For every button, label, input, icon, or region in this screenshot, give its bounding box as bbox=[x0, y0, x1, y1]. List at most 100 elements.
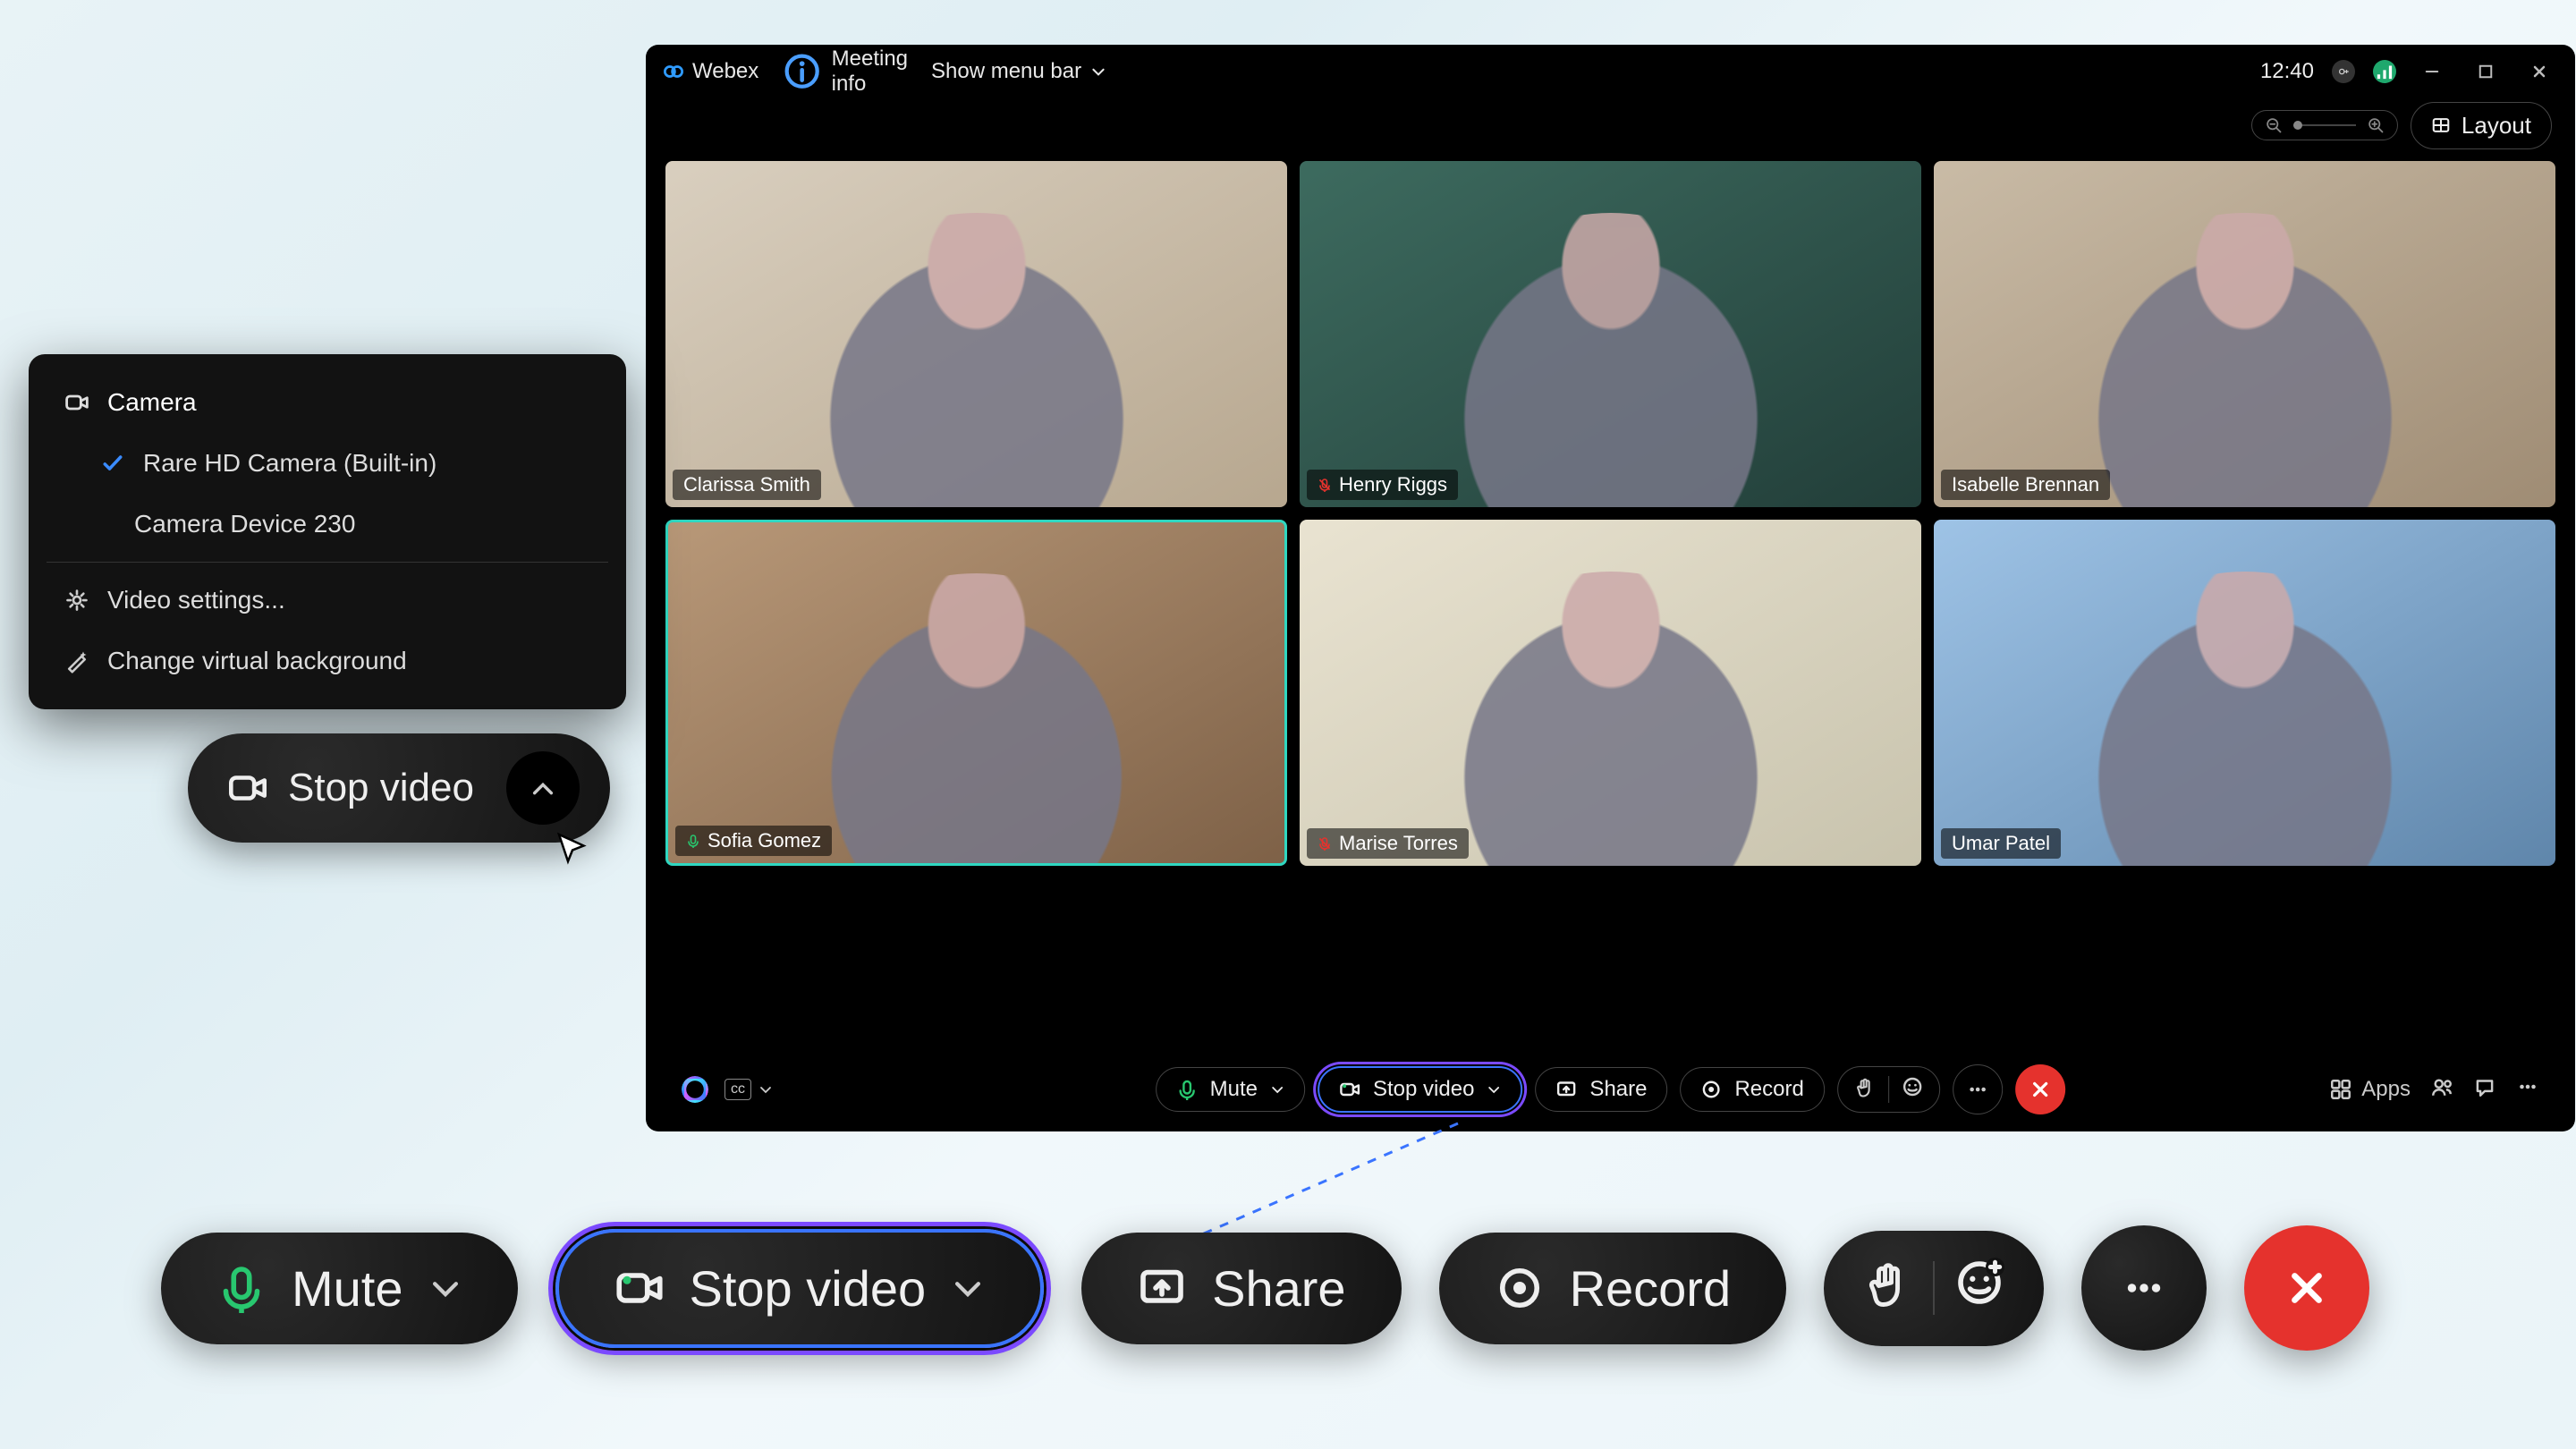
video-tile[interactable]: Clarissa Smith bbox=[665, 161, 1287, 507]
dots-icon bbox=[2120, 1264, 2168, 1312]
participant-video bbox=[790, 213, 1163, 507]
mute-button[interactable]: Mute bbox=[1156, 1067, 1305, 1112]
captions-button[interactable]: cc bbox=[724, 1079, 773, 1100]
participant-name-tag: Sofia Gomez bbox=[675, 826, 832, 856]
webex-meeting-window: Webex Meeting info Show menu bar 12:40 bbox=[646, 45, 2575, 1131]
video-grid: Clarissa Smith Henry Riggs Isabelle Bren… bbox=[665, 161, 2555, 866]
mic-on-icon bbox=[686, 834, 700, 848]
chevron-down-icon bbox=[1487, 1082, 1501, 1097]
chevron-down-icon bbox=[428, 1271, 462, 1305]
camera-option-selected[interactable]: Rare HD Camera (Built-in) bbox=[29, 433, 626, 494]
zoom-out-icon bbox=[2265, 116, 2283, 134]
mic-muted-icon bbox=[1318, 478, 1332, 492]
layout-icon bbox=[2431, 115, 2451, 135]
zoom-control[interactable] bbox=[2251, 110, 2398, 140]
show-menu-bar-label: Show menu bar bbox=[931, 59, 1081, 84]
chevron-up-icon bbox=[530, 775, 556, 801]
panel-options-button[interactable] bbox=[2516, 1075, 2539, 1103]
dots-icon bbox=[2516, 1075, 2539, 1098]
chevron-down-icon bbox=[1090, 64, 1106, 80]
callout-stop-video-options[interactable] bbox=[506, 751, 580, 825]
chevron-down-icon bbox=[951, 1271, 985, 1305]
window-maximize-button[interactable] bbox=[2468, 54, 2504, 89]
network-badge[interactable] bbox=[2373, 60, 2396, 83]
close-icon bbox=[2530, 63, 2548, 80]
divider bbox=[1933, 1261, 1935, 1315]
record-button[interactable]: Record bbox=[1680, 1067, 1824, 1112]
meeting-info-label: Meeting info bbox=[832, 47, 908, 97]
webex-assistant-button[interactable] bbox=[682, 1076, 708, 1103]
video-tile[interactable]: Henry Riggs bbox=[1300, 161, 1921, 507]
apps-icon bbox=[2329, 1078, 2352, 1101]
emoji-button[interactable] bbox=[1902, 1076, 1923, 1102]
video-tile[interactable]: Umar Patel bbox=[1934, 520, 2555, 866]
xl-raise-hand-button[interactable] bbox=[1863, 1258, 1913, 1319]
video-tile[interactable]: Marise Torres bbox=[1300, 520, 1921, 866]
xl-mute-button[interactable]: Mute bbox=[161, 1233, 518, 1344]
layout-button[interactable]: Layout bbox=[2411, 102, 2552, 149]
key-icon bbox=[2337, 65, 2350, 78]
layout-label: Layout bbox=[2462, 112, 2531, 140]
raise-hand-button[interactable] bbox=[1854, 1076, 1876, 1102]
camera-option[interactable]: Camera Device 230 bbox=[29, 494, 626, 555]
hand-icon bbox=[1854, 1076, 1876, 1097]
participant-video bbox=[792, 573, 1161, 863]
share-button[interactable]: Share bbox=[1535, 1067, 1667, 1112]
participant-name: Marise Torres bbox=[1339, 832, 1458, 855]
stop-video-label: Stop video bbox=[1373, 1077, 1474, 1102]
window-close-button[interactable] bbox=[2521, 54, 2557, 89]
meeting-toolbar: cc Mute Stop video Share Record bbox=[646, 1046, 2575, 1131]
encryption-badge[interactable] bbox=[2332, 60, 2355, 83]
participants-panel-button[interactable] bbox=[2430, 1075, 2453, 1103]
xl-stop-video-button[interactable]: Stop video bbox=[555, 1229, 1045, 1348]
mic-icon bbox=[1176, 1079, 1198, 1100]
participant-name-tag: Isabelle Brennan bbox=[1941, 470, 2110, 500]
participant-name: Sofia Gomez bbox=[708, 829, 821, 852]
enlarged-toolbar: Mute Stop video Share Record bbox=[161, 1225, 2487, 1351]
wand-icon bbox=[64, 648, 89, 674]
cc-icon: cc bbox=[724, 1079, 751, 1100]
chevron-down-icon bbox=[758, 1082, 773, 1097]
show-menu-bar-button[interactable]: Show menu bar bbox=[931, 59, 1106, 84]
callout-stop-video-pill[interactable]: Stop video bbox=[188, 733, 610, 843]
xl-share-button[interactable]: Share bbox=[1081, 1233, 1401, 1344]
video-tile-self[interactable]: Sofia Gomez bbox=[665, 520, 1287, 866]
apps-button[interactable]: Apps bbox=[2329, 1077, 2411, 1102]
participant-name: Clarissa Smith bbox=[683, 473, 810, 496]
end-call-button[interactable] bbox=[2015, 1064, 2065, 1114]
chat-panel-button[interactable] bbox=[2473, 1075, 2496, 1103]
gear-icon bbox=[64, 588, 89, 613]
stop-video-button[interactable]: Stop video bbox=[1318, 1066, 1522, 1113]
check-icon bbox=[100, 451, 125, 476]
close-icon bbox=[2283, 1264, 2331, 1312]
xl-mute-label: Mute bbox=[292, 1259, 403, 1318]
xl-record-label: Record bbox=[1570, 1259, 1732, 1318]
maximize-icon bbox=[2477, 63, 2495, 80]
video-tile[interactable]: Isabelle Brennan bbox=[1934, 161, 2555, 507]
xl-more-options-button[interactable] bbox=[2081, 1225, 2207, 1351]
virtual-background-item[interactable]: Change virtual background bbox=[29, 631, 626, 691]
participant-name-tag: Henry Riggs bbox=[1307, 470, 1458, 500]
mic-muted-icon bbox=[1318, 836, 1332, 851]
participant-name: Henry Riggs bbox=[1339, 473, 1447, 496]
dots-icon bbox=[1966, 1078, 1989, 1101]
xl-share-label: Share bbox=[1212, 1259, 1345, 1318]
window-minimize-button[interactable] bbox=[2414, 54, 2450, 89]
menu-divider bbox=[47, 562, 608, 563]
close-icon bbox=[2029, 1078, 2052, 1101]
mic-icon bbox=[216, 1263, 267, 1313]
zoom-slider[interactable] bbox=[2293, 124, 2356, 126]
meeting-info-button[interactable]: Meeting info bbox=[782, 47, 908, 97]
people-icon bbox=[2430, 1075, 2453, 1098]
participant-name-tag: Umar Patel bbox=[1941, 828, 2061, 859]
xl-emoji-button[interactable] bbox=[1954, 1258, 2004, 1319]
participant-video bbox=[1424, 572, 1797, 866]
virtual-background-label: Change virtual background bbox=[107, 647, 407, 675]
chat-icon bbox=[2473, 1075, 2496, 1098]
video-settings-item[interactable]: Video settings... bbox=[29, 570, 626, 631]
xl-end-call-button[interactable] bbox=[2244, 1225, 2369, 1351]
camera-option-label: Camera Device 230 bbox=[134, 510, 355, 538]
more-options-button[interactable] bbox=[1953, 1064, 2003, 1114]
xl-record-button[interactable]: Record bbox=[1439, 1233, 1787, 1344]
cursor-icon bbox=[555, 830, 590, 866]
